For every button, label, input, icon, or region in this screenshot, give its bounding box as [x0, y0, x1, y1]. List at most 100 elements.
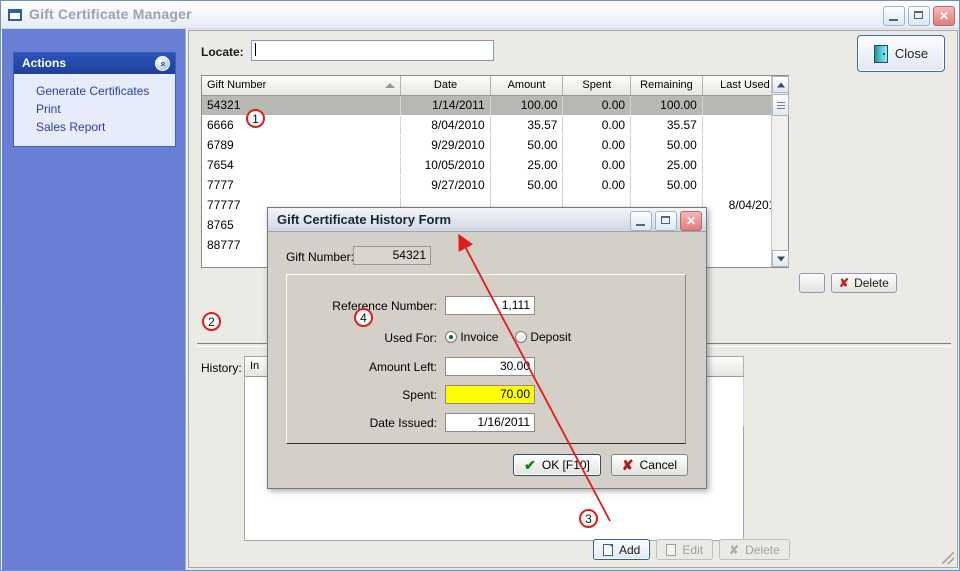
actions-panel: Actions Generate Certificates Print Sale… [13, 52, 176, 147]
grid-delete-button[interactable]: ✘ Delete [831, 273, 897, 293]
delete-button-label: Delete [745, 542, 780, 557]
close-icon: ✕ [938, 9, 950, 23]
scrollbar-thumb[interactable] [772, 94, 789, 116]
cell-remaining: 25.00 [630, 155, 703, 176]
delete-x-icon: ✘ [839, 276, 850, 290]
cell-amount: 50.00 [490, 175, 564, 196]
exit-door-icon [873, 44, 888, 63]
dialog-title: Gift Certificate History Form [277, 212, 452, 227]
amount-left-label: Amount Left: [368, 360, 437, 374]
radio-deposit-icon [515, 331, 527, 343]
history-actions: Add Edit ✘ Delete [593, 539, 790, 560]
cell-gift-number: 6666 [202, 115, 402, 136]
search-input[interactable] [251, 40, 494, 61]
cell-amount: 25.00 [490, 155, 564, 176]
scroll-up-button[interactable] [772, 76, 789, 93]
spent-field[interactable]: 70.00 [445, 385, 535, 404]
add-button-label: Add [619, 542, 641, 557]
table-row[interactable]: 54321 1/14/2011 100.00 0.00 100.00 / / [202, 95, 789, 116]
scroll-down-button[interactable] [772, 250, 789, 267]
used-for-invoice-label: Invoice [460, 330, 499, 344]
cancel-button[interactable]: ✘ Cancel [610, 454, 688, 476]
column-header-amount[interactable]: Amount [490, 76, 564, 96]
amount-left-field[interactable]: 30.00 [445, 357, 535, 376]
cell-gift-number: 7777 [202, 175, 402, 196]
maximize-button[interactable] [908, 6, 930, 26]
used-for-deposit-label: Deposit [530, 330, 572, 344]
column-header-remaining[interactable]: Remaining [630, 76, 703, 96]
gift-number-field: 54321 [353, 246, 431, 265]
close-button[interactable]: Close [857, 35, 945, 72]
annotation-1: 1 [246, 109, 265, 128]
reference-number-field[interactable]: 1,111 [445, 296, 535, 315]
cell-amount: 50.00 [490, 135, 564, 156]
locate-label: Locate: [201, 45, 244, 59]
dialog-maximize-button[interactable] [655, 211, 677, 231]
gift-certificate-history-dialog: Gift Certificate History Form ✕ Gift Num… [267, 207, 707, 489]
cell-spent: 0.00 [562, 95, 632, 116]
table-row[interactable]: 7654 10/05/2010 25.00 0.00 25.00 / / [202, 155, 789, 176]
add-button[interactable]: Add [593, 539, 651, 560]
delete-x-icon: ✘ [729, 542, 740, 557]
grid-vertical-scrollbar[interactable] [771, 76, 789, 267]
annotation-2: 2 [202, 312, 221, 331]
ok-button[interactable]: ✔ OK [F10] [513, 454, 601, 476]
text-caret [255, 43, 256, 56]
sidebar-item-generate-certificates[interactable]: Generate Certificates [14, 82, 175, 100]
used-for-invoice-radio[interactable]: Invoice [445, 330, 498, 344]
cancel-button-label: Cancel [639, 458, 677, 472]
chevron-up-icon[interactable] [155, 56, 170, 71]
cell-gift-number: 6789 [202, 135, 402, 156]
page-title: Gift Certificate Manager [29, 6, 192, 22]
dialog-body: Gift Number: 54321 Reference Number: 1,1… [268, 232, 706, 488]
column-header-date[interactable]: Date [400, 76, 491, 96]
date-issued-field[interactable]: 1/16/2011 [445, 413, 535, 432]
minimize-button[interactable] [883, 6, 905, 26]
actions-panel-title: Actions [22, 56, 67, 70]
used-for-label: Used For: [384, 331, 437, 345]
actions-panel-body: Generate Certificates Print Sales Report [14, 74, 175, 146]
cell-spent: 0.00 [562, 135, 632, 156]
dialog-titlebar: Gift Certificate History Form ✕ [268, 208, 706, 232]
gift-number-label: Gift Number: [286, 250, 355, 264]
main-titlebar: Gift Certificate Manager ✕ [1, 1, 959, 29]
dialog-minimize-button[interactable] [630, 211, 652, 231]
column-header-gift-number[interactable]: Gift Number [202, 76, 402, 96]
table-row[interactable]: 6666 8/04/2010 35.57 0.00 35.57 / / [202, 115, 789, 136]
actions-panel-header: Actions [14, 53, 175, 74]
cell-remaining: 50.00 [630, 135, 703, 156]
cell-gift-number: 7654 [202, 155, 402, 176]
sidebar: Actions Generate Certificates Print Sale… [2, 29, 186, 570]
cell-amount: 35.57 [490, 115, 564, 136]
date-issued-label: Date Issued: [369, 416, 437, 430]
grid-blank-button[interactable] [799, 273, 825, 293]
cell-spent: 0.00 [562, 175, 632, 196]
used-for-deposit-radio[interactable]: Deposit [515, 330, 571, 344]
dialog-window-controls: ✕ [630, 211, 702, 231]
edit-button-label: Edit [682, 542, 704, 557]
column-header-spent[interactable]: Spent [562, 76, 632, 96]
application-window: Gift Certificate Manager ✕ Actions Gener… [0, 0, 960, 571]
cell-date: 9/29/2010 [400, 135, 491, 156]
history-label: History: [201, 361, 242, 375]
dialog-close-button[interactable]: ✕ [680, 211, 702, 231]
table-row[interactable]: 6789 9/29/2010 50.00 0.00 50.00 / / [202, 135, 789, 156]
edit-button[interactable]: Edit [656, 539, 714, 560]
cell-remaining: 50.00 [630, 175, 703, 196]
sidebar-item-print[interactable]: Print [14, 100, 175, 118]
cell-amount: 100.00 [490, 95, 564, 116]
close-window-button[interactable]: ✕ [933, 6, 955, 26]
resize-grip[interactable] [942, 552, 954, 564]
cell-spent: 0.00 [562, 115, 632, 136]
reference-number-label: Reference Number: [332, 299, 437, 313]
cell-remaining: 100.00 [630, 95, 703, 116]
dialog-fields-panel: Reference Number: 1,111 Used For: Invoic… [286, 274, 686, 444]
cell-remaining: 35.57 [630, 115, 703, 136]
grid-delete-label: Delete [854, 276, 889, 290]
window-icon [8, 9, 22, 21]
window-controls: ✕ [883, 6, 955, 26]
sidebar-item-sales-report[interactable]: Sales Report [14, 118, 175, 136]
column-label: Gift Number [207, 79, 267, 92]
delete-button[interactable]: ✘ Delete [719, 539, 790, 560]
table-row[interactable]: 7777 9/27/2010 50.00 0.00 50.00 / / [202, 175, 789, 196]
